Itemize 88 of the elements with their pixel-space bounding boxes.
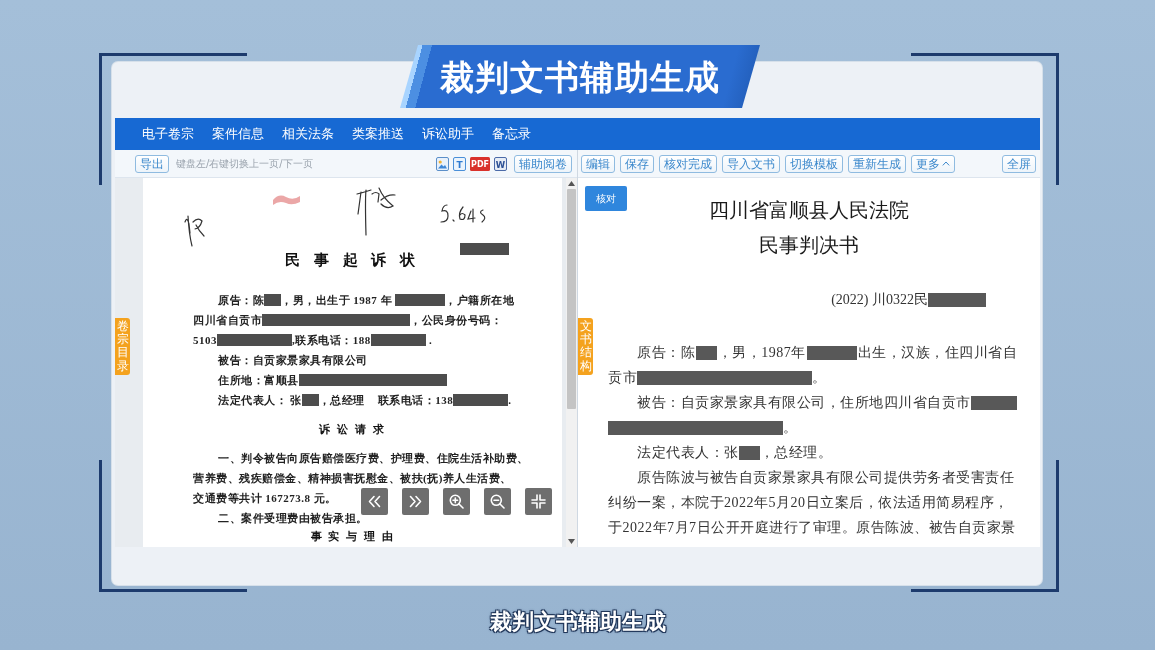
side-tab[interactable]: 卷宗目录 — [115, 318, 130, 375]
document-text: . — [428, 334, 433, 346]
handwritten-scribble — [184, 215, 205, 247]
toolbar-button[interactable]: 保存 — [620, 154, 654, 173]
document-text: 法定代表人： 张 — [218, 392, 302, 408]
document-text: 交通费等共计 167273.8 元。 — [193, 490, 337, 506]
tab[interactable]: 案件信息 — [212, 118, 264, 150]
inward-corners-icon — [531, 494, 546, 509]
redaction-block — [453, 394, 509, 406]
caption-text: 裁判文书辅助生成 — [489, 608, 666, 636]
document-text: 一、判令被告向原告赔偿医疗费、护理费、住院生活补助费、 — [218, 450, 529, 466]
tab[interactable]: 相关法条 — [282, 118, 334, 150]
section-heading: 诉 讼 请 求 — [319, 423, 386, 435]
document-text: ，男，出生于 1987 年 — [281, 292, 393, 308]
document-text: 原告：陈 — [637, 343, 695, 362]
redaction-block — [370, 334, 426, 346]
document-text: ，总经理 联系电话：138 — [318, 392, 454, 408]
fit-page-button[interactable] — [525, 488, 552, 515]
handwritten-scribble — [440, 204, 486, 223]
document-text: ，男，1987年 — [717, 343, 806, 362]
document-title: 民 事 起 诉 状 — [285, 251, 420, 270]
toolbar-button[interactable]: 更多 — [911, 154, 955, 173]
pdf-file-icon[interactable]: PDF — [470, 156, 490, 171]
toolbar-button[interactable]: 切换模板 — [785, 154, 843, 173]
tab[interactable]: 备忘录 — [492, 118, 531, 150]
section-heading: 事 实 与 理 由 — [310, 530, 395, 542]
stamp-smudge — [273, 195, 300, 205]
scroll-down-arrow-icon[interactable] — [568, 539, 575, 544]
next-page-button[interactable] — [402, 488, 429, 515]
assist-reading-button[interactable]: 辅助阅卷 — [514, 154, 572, 173]
zoom-out-button[interactable] — [484, 488, 511, 515]
redaction-block — [738, 445, 760, 460]
double-chevron-left-icon — [367, 494, 382, 509]
previous-page-button[interactable] — [361, 488, 388, 515]
toolbar-button[interactable]: 重新生成 — [848, 154, 906, 173]
zoom-in-icon — [449, 494, 464, 509]
zoom-out-icon — [490, 494, 505, 509]
document-text: 四川省自贡市 — [193, 312, 262, 328]
banner-title: 裁判文书辅助生成 — [440, 56, 720, 97]
tab[interactable]: 诉讼助手 — [422, 118, 474, 150]
redaction-block — [264, 294, 281, 306]
document-text: 贡市 — [608, 368, 637, 387]
document-text: 被告：自贡家景家具有限公司 — [218, 352, 368, 368]
document-type-title: 民事判决书 — [759, 232, 859, 258]
toolbar-button[interactable]: 核对完成 — [659, 154, 717, 173]
redaction-block — [301, 394, 319, 406]
side-tab[interactable]: 文书结构 — [578, 318, 593, 375]
toolbar-button[interactable]: 导入文书 — [722, 154, 780, 173]
document-text: ,联系电话：188 — [292, 332, 371, 348]
text-file-icon[interactable]: T — [453, 156, 466, 171]
caret-up-icon — [942, 161, 950, 166]
redaction-block — [695, 345, 717, 360]
redaction-block — [928, 293, 986, 307]
document-text: . — [508, 394, 512, 406]
document-text: 法定代表人：张 — [637, 443, 739, 462]
toolbar-button[interactable]: 编辑 — [581, 154, 615, 173]
tab[interactable]: 类案推送 — [352, 118, 404, 150]
scrollbar-thumb[interactable] — [567, 189, 576, 409]
document-text: 。 — [783, 418, 798, 437]
double-chevron-right-icon — [408, 494, 423, 509]
document-text: 被告：自贡家景家具有限公司，住所地四川省自贡市 — [637, 393, 971, 412]
court-name: 四川省富顺县人民法院 — [709, 197, 909, 223]
document-text: ，公民身份号码： — [410, 312, 502, 328]
check-button[interactable]: 核对 — [585, 186, 627, 211]
document-text: 。 — [812, 368, 827, 387]
redaction-block — [806, 345, 857, 360]
image-file-icon[interactable] — [436, 156, 449, 171]
zoom-in-button[interactable] — [443, 488, 470, 515]
document-text: ，总经理。 — [759, 443, 832, 462]
redaction-block — [970, 395, 1017, 410]
case-number: (2022) 川0322民 — [831, 291, 928, 309]
document-text: 于2022年7月7日公开开庭进行了审理。原告陈波、被告自贡家景 — [608, 518, 1016, 537]
document-text: 营养费、残疾赔偿金、精神损害抚慰金、被扶(抚)养人生活费、 — [193, 470, 512, 486]
document-text: 住所地：富顺县 — [218, 372, 299, 388]
word-file-icon[interactable]: W — [494, 156, 507, 171]
fullscreen-button[interactable]: 全屏 — [1002, 154, 1036, 173]
document-text: 原告：陈 — [218, 292, 264, 308]
document-text: ，户籍所在地 — [445, 292, 515, 308]
export-button[interactable]: 导出 — [135, 154, 169, 173]
document-text: 纠纷一案，本院于2022年5月20日立案后，依法适用简易程序， — [608, 493, 1009, 512]
redaction-block — [395, 294, 446, 306]
document-text: 原告陈波与被告自贡家景家具有限公司提供劳务者受害责任 — [637, 468, 1014, 487]
document-text: 二、案件受理费由被告承担。 — [218, 510, 368, 526]
document-text: 5103 — [193, 334, 217, 346]
scroll-up-arrow-icon[interactable] — [568, 181, 575, 186]
document-text: 出生，汉族，住四川省自 — [857, 343, 1017, 362]
tab[interactable]: 电子卷宗 — [142, 118, 194, 150]
handwritten-scribble — [356, 187, 396, 236]
